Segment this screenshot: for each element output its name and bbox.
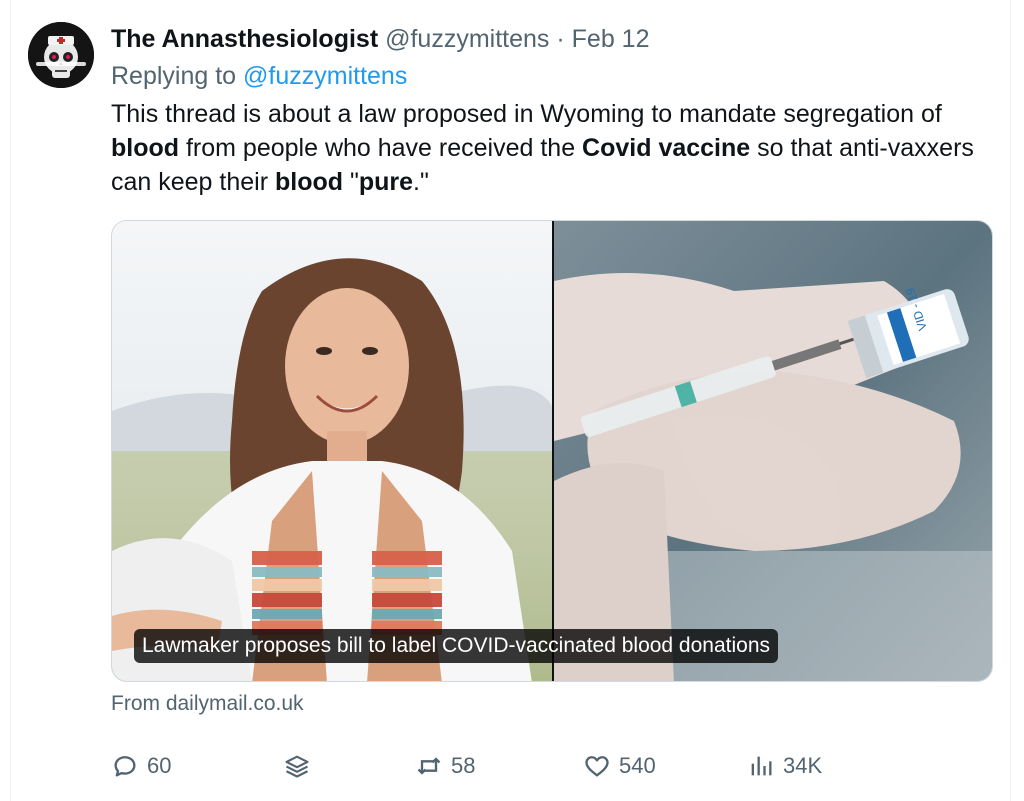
tweet-text-part: " bbox=[343, 168, 359, 196]
reply-icon bbox=[111, 752, 139, 780]
tweet-actions: 60 58 540 34K bbox=[111, 748, 971, 784]
lawmaker-photo bbox=[112, 221, 552, 681]
like-icon bbox=[583, 752, 611, 780]
views-button[interactable]: 34K bbox=[747, 748, 822, 784]
views-count: 34K bbox=[783, 753, 823, 778]
like-button[interactable]: 540 bbox=[583, 748, 656, 784]
tweet-header: The Annasthesiologist @fuzzymittens · Fe… bbox=[111, 24, 650, 54]
like-count: 540 bbox=[619, 753, 656, 778]
tweet-text-part: from people who have received the bbox=[179, 134, 583, 162]
replying-handle-link[interactable]: @fuzzymittens bbox=[243, 62, 407, 90]
layers-icon bbox=[283, 752, 311, 780]
replying-to: Replying to @fuzzymittens bbox=[111, 61, 407, 91]
retweet-count: 58 bbox=[451, 753, 476, 778]
tweet-text-bold: blood bbox=[275, 168, 344, 196]
reply-count: 60 bbox=[147, 753, 172, 778]
tweet-text-bold: blood bbox=[111, 134, 180, 162]
tweet-text-bold: pure bbox=[358, 168, 414, 196]
layers-button[interactable] bbox=[283, 748, 319, 784]
separator-dot: · bbox=[556, 25, 565, 53]
tweet[interactable]: The Annasthesiologist @fuzzymittens · Fe… bbox=[0, 0, 1024, 801]
avatar-skull-icon bbox=[28, 22, 94, 88]
link-source[interactable]: From dailymail.co.uk bbox=[111, 690, 304, 718]
tweet-date[interactable]: Feb 12 bbox=[572, 25, 650, 53]
reply-button[interactable]: 60 bbox=[111, 748, 171, 784]
views-icon bbox=[747, 752, 775, 780]
replying-prefix: Replying to bbox=[111, 62, 237, 90]
retweet-icon bbox=[415, 752, 443, 780]
avatar[interactable] bbox=[28, 22, 94, 88]
vaccine-photo: VID - 19 bbox=[554, 221, 992, 681]
tweet-text: This thread is about a law proposed in W… bbox=[111, 97, 1001, 199]
tweet-text-part: ." bbox=[413, 168, 429, 196]
user-handle[interactable]: @fuzzymittens bbox=[385, 25, 549, 53]
media-caption: Lawmaker proposes bill to label COVID-va… bbox=[134, 629, 779, 663]
retweet-button[interactable]: 58 bbox=[415, 748, 475, 784]
tweet-text-bold: Covid vaccine bbox=[582, 134, 751, 162]
display-name[interactable]: The Annasthesiologist bbox=[111, 25, 378, 53]
tweet-text-part: This thread is about a law proposed in W… bbox=[111, 100, 942, 128]
media-card[interactable]: VID - 19 Lawmaker proposes bill to label… bbox=[111, 220, 993, 682]
